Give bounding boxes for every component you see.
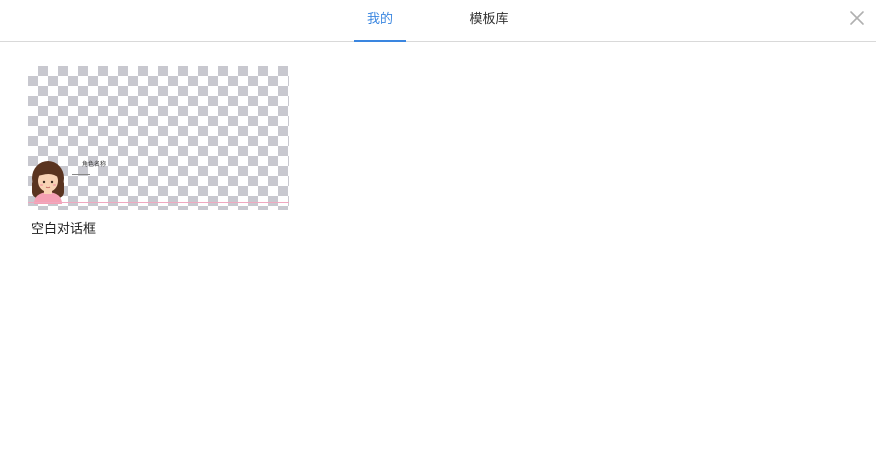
close-icon[interactable] [848,9,866,27]
preview-text-line [72,174,90,175]
tab-bar: 我的 模板库 [0,0,876,42]
avatar-icon [32,161,64,204]
tab-mine[interactable]: 我的 [354,0,406,42]
preview-dialog-border [28,202,289,203]
template-card[interactable]: 角色名称 空白对话框 [28,66,289,238]
tab-template-library[interactable]: 模板库 [461,0,517,42]
template-thumbnail[interactable]: 角色名称 [28,66,289,210]
template-title: 空白对话框 [31,222,97,237]
template-dialog: 我的 模板库 角色名称 空白对话框 [0,0,876,456]
preview-character-name: 角色名称 [82,161,107,168]
